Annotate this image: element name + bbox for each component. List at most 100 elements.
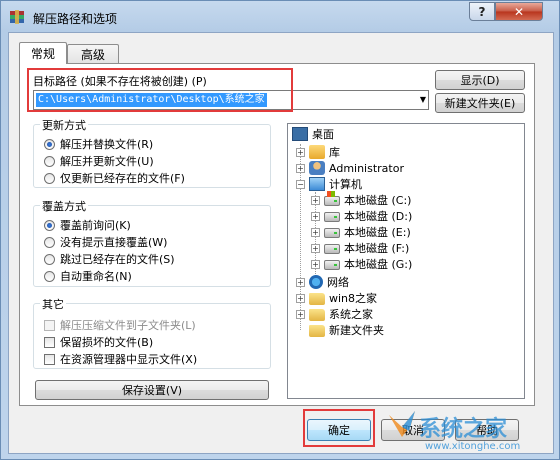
tree-node-label: 新建文件夹 (329, 324, 384, 337)
misc-option-show-in-explorer[interactable]: 在资源管理器中显示文件(X) (44, 351, 197, 367)
tree-node-label: 桌面 (312, 128, 334, 141)
option-label: 解压并替换文件(R) (60, 138, 154, 151)
tree-node-label: win8之家 (329, 292, 378, 305)
close-icon: ✕ (513, 4, 525, 19)
expand-icon[interactable]: + (296, 163, 305, 173)
radio-unselected[interactable] (44, 155, 55, 167)
expand-icon[interactable]: + (311, 259, 320, 269)
expand-icon[interactable]: + (311, 227, 320, 237)
tree-node-drive-c[interactable]: + 本地磁盘 (C:) (311, 191, 412, 208)
misc-option-subfolder[interactable]: 解压压缩文件到子文件夹(L) (44, 317, 196, 333)
network-icon (309, 275, 323, 289)
option-label: 保留损坏的文件(B) (60, 336, 154, 349)
checkbox[interactable] (44, 353, 55, 365)
expand-icon[interactable]: + (296, 293, 305, 303)
collapse-icon[interactable]: − (296, 179, 305, 189)
option-label: 在资源管理器中显示文件(X) (60, 353, 198, 366)
radio-unselected[interactable] (44, 172, 55, 184)
title-close-button[interactable]: ✕ (495, 2, 543, 21)
radio-unselected[interactable] (44, 253, 55, 265)
folder-tree[interactable]: 桌面 + 库 + Administrator − 计算机 + 本地磁盘 (C:) (287, 123, 525, 399)
watermark-logo-icon (389, 411, 415, 437)
overwrite-mode-group: 覆盖方式 覆盖前询问(K) 没有提示直接覆盖(W) 跳过已经存在的文件(S) 自… (33, 198, 271, 287)
radio-unselected[interactable] (44, 270, 55, 282)
tree-node-label: Administrator (329, 161, 404, 175)
update-option-update[interactable]: 解压并更新文件(U) (44, 153, 154, 169)
option-label: 解压压缩文件到子文件夹(L) (60, 319, 196, 332)
misc-group: 其它 解压压缩文件到子文件夹(L) 保留损坏的文件(B) 在资源管理器中显示文件… (33, 296, 271, 369)
checkbox-disabled[interactable] (44, 319, 55, 331)
update-mode-title: 更新方式 (40, 117, 88, 133)
expand-icon[interactable]: + (296, 309, 305, 319)
update-option-existing-only[interactable]: 仅更新已经存在的文件(F) (44, 170, 185, 186)
show-button[interactable]: 显示(D) (435, 70, 525, 90)
folder-icon (309, 292, 325, 305)
misc-option-keep-broken[interactable]: 保留损坏的文件(B) (44, 334, 153, 350)
tree-node-label: 计算机 (329, 178, 362, 191)
expand-icon[interactable]: + (296, 147, 305, 157)
expand-icon[interactable]: + (296, 277, 305, 287)
tree-node-drive-f[interactable]: + 本地磁盘 (F:) (311, 240, 409, 256)
tree-node-network[interactable]: + 网络 (296, 274, 349, 290)
update-mode-group: 更新方式 解压并替换文件(R) 解压并更新文件(U) 仅更新已经存在的文件(F) (33, 117, 271, 188)
option-label: 解压并更新文件(U) (60, 155, 154, 168)
radio-selected[interactable] (44, 219, 55, 231)
radio-unselected[interactable] (44, 236, 55, 248)
overwrite-option-ask[interactable]: 覆盖前询问(K) (44, 217, 131, 233)
folder-icon (309, 308, 325, 321)
watermark-url: www.xitonghe.com (425, 441, 521, 452)
option-label: 跳过已经存在的文件(S) (60, 253, 175, 266)
tree-node-label: 网络 (327, 276, 349, 289)
tree-node-drive-e[interactable]: + 本地磁盘 (E:) (311, 224, 411, 240)
tree-node-folder-win8[interactable]: + win8之家 (296, 290, 377, 306)
computer-icon (309, 177, 325, 191)
tree-node-desktop[interactable]: 桌面 (292, 126, 334, 142)
disk-icon (324, 260, 340, 270)
tree-node-label: 本地磁盘 (G:) (344, 258, 413, 271)
checkbox[interactable] (44, 336, 55, 348)
expand-icon[interactable]: + (311, 211, 320, 221)
target-path-value[interactable]: C:\Users\Administrator\Desktop\系统之家 (36, 93, 267, 107)
save-settings-button[interactable]: 保存设置(V) (35, 380, 269, 400)
target-path-combobox[interactable]: C:\Users\Administrator\Desktop\系统之家 ▼ (33, 90, 429, 110)
system-disk-icon (324, 191, 340, 206)
overwrite-option-skip[interactable]: 跳过已经存在的文件(S) (44, 251, 175, 267)
title-help-button[interactable]: ? (469, 2, 495, 21)
target-path-label: 目标路径 (如果不存在将被创建) (P) (33, 75, 207, 88)
tree-node-drive-d[interactable]: + 本地磁盘 (D:) (311, 208, 412, 224)
overwrite-option-rename[interactable]: 自动重命名(N) (44, 268, 132, 284)
disk-icon (324, 228, 340, 238)
expand-icon[interactable]: + (311, 195, 320, 205)
extract-dialog: 解压路径和选项 ? ✕ 常规 高级 目标路径 (如果不存在将被创建) (P) C… (0, 0, 560, 460)
tree-node-computer[interactable]: − 计算机 (296, 176, 362, 192)
tree-node-folder-xitong[interactable]: + 系统之家 (296, 306, 373, 322)
expand-icon[interactable]: + (311, 243, 320, 253)
tab-advanced[interactable]: 高级 (67, 44, 119, 64)
option-label: 仅更新已经存在的文件(F) (60, 172, 185, 185)
disk-icon (324, 212, 340, 222)
title-bar[interactable]: 解压路径和选项 ? ✕ (1, 1, 559, 33)
tree-node-label: 本地磁盘 (D:) (344, 210, 413, 223)
overwrite-option-silent[interactable]: 没有提示直接覆盖(W) (44, 234, 167, 250)
tree-node-user[interactable]: + Administrator (296, 160, 404, 176)
tree-node-drive-g[interactable]: + 本地磁盘 (G:) (311, 256, 412, 272)
radio-selected[interactable] (44, 138, 55, 150)
tree-node-label: 本地磁盘 (E:) (344, 226, 411, 239)
tree-node-label: 库 (329, 146, 340, 159)
tree-node-library[interactable]: + 库 (296, 144, 340, 160)
ok-button[interactable]: 确定 (307, 419, 371, 441)
window-title: 解压路径和选项 (33, 12, 118, 26)
chevron-down-icon[interactable]: ▼ (420, 95, 426, 104)
disk-icon (324, 244, 340, 254)
tab-general[interactable]: 常规 (19, 42, 67, 64)
overwrite-mode-title: 覆盖方式 (40, 198, 88, 214)
folder-icon (309, 324, 325, 337)
tree-node-label: 本地磁盘 (F:) (344, 242, 410, 255)
watermark-text: 系统之家 (419, 417, 508, 442)
update-option-replace[interactable]: 解压并替换文件(R) (44, 136, 153, 152)
new-folder-button[interactable]: 新建文件夹(E) (435, 93, 525, 113)
option-label: 没有提示直接覆盖(W) (60, 236, 168, 249)
tree-node-folder-new[interactable]: 新建文件夹 (309, 322, 384, 338)
user-icon (309, 161, 325, 175)
tree-node-label: 本地磁盘 (C:) (344, 194, 412, 207)
